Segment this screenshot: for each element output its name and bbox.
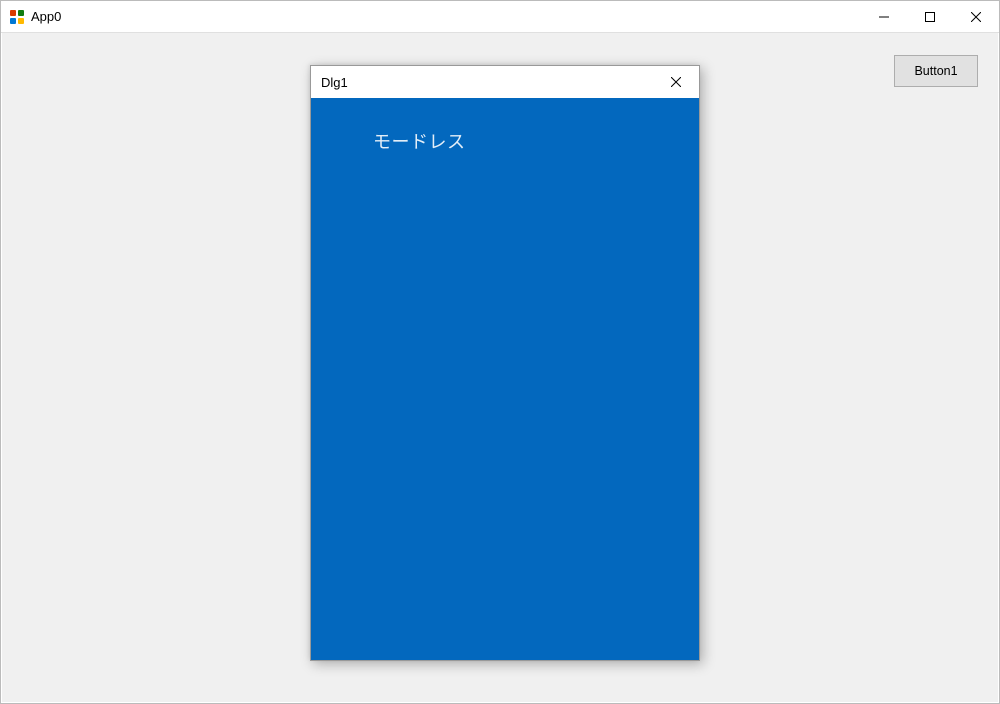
main-window: App0 Button1 Dlg1 — [0, 0, 1000, 704]
dialog-window: Dlg1 モードレス — [310, 65, 700, 661]
dialog-body: モードレス — [311, 98, 699, 660]
minimize-button[interactable] — [861, 1, 907, 32]
dialog-titlebar[interactable]: Dlg1 — [311, 66, 699, 98]
dialog-body-text: モードレス — [373, 128, 466, 154]
dialog-close-button[interactable] — [653, 66, 699, 98]
dialog-title: Dlg1 — [321, 75, 653, 90]
app-icon — [9, 9, 25, 25]
main-window-title: App0 — [31, 9, 861, 24]
maximize-button[interactable] — [907, 1, 953, 32]
button1[interactable]: Button1 — [894, 55, 978, 87]
close-button[interactable] — [953, 1, 999, 32]
window-controls — [861, 1, 999, 32]
main-titlebar[interactable]: App0 — [1, 1, 999, 33]
client-area: Button1 Dlg1 モードレス — [2, 33, 998, 702]
